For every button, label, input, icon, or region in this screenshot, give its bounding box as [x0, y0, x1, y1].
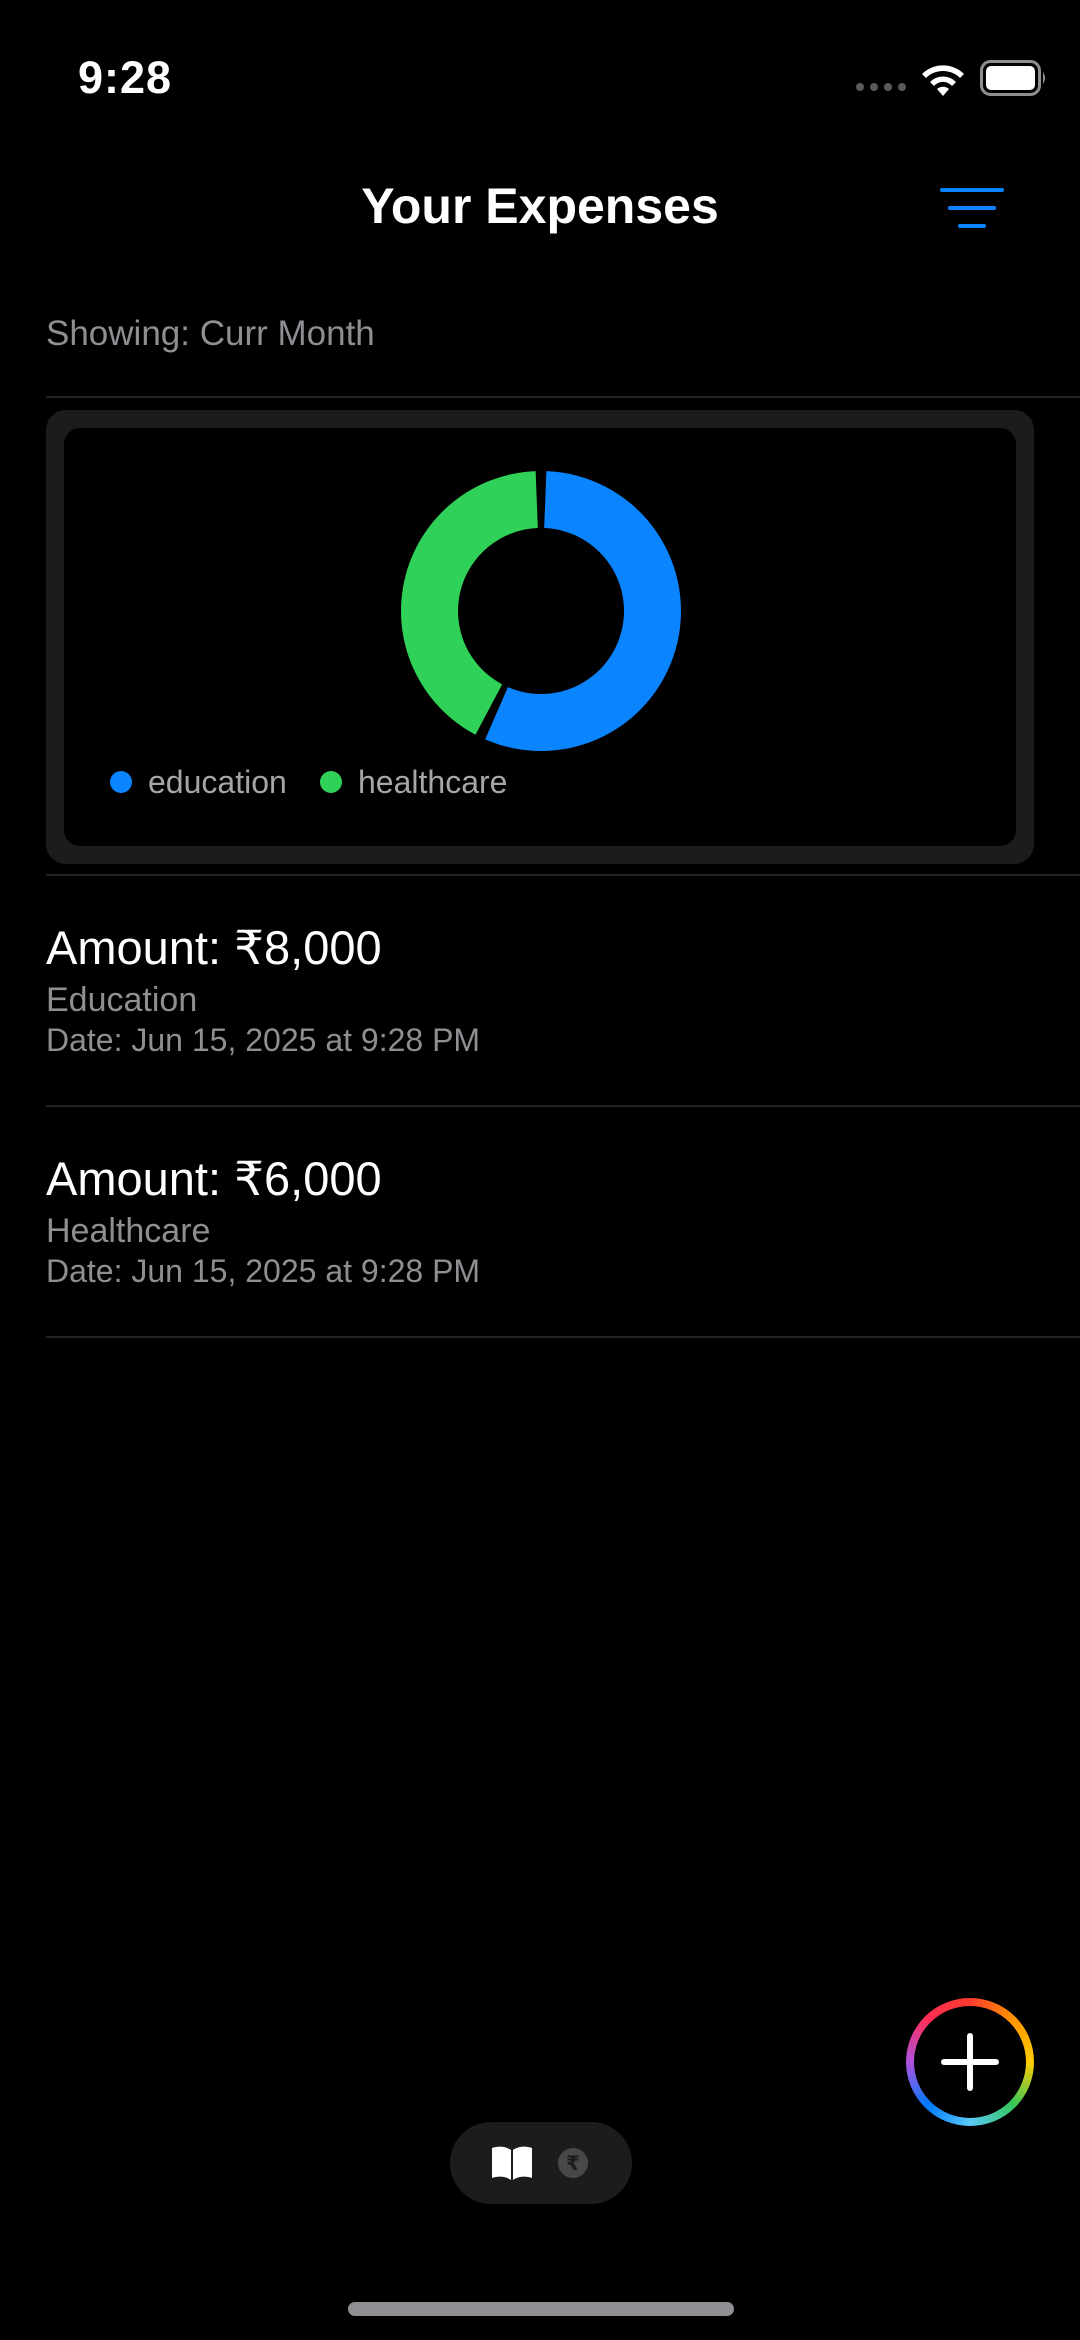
book-icon[interactable]: [490, 2144, 534, 2182]
legend-dot-healthcare: [320, 771, 342, 793]
expense-donut-chart: [401, 471, 681, 751]
divider: [46, 874, 1080, 876]
status-time: 9:28: [78, 52, 173, 103]
legend-dot-education: [110, 771, 132, 793]
expense-category: Education: [46, 981, 198, 1019]
expense-date: Date: Jun 15, 2025 at 9:28 PM: [46, 1253, 481, 1289]
expense-category: Healthcare: [46, 1212, 211, 1250]
divider: [46, 1336, 1080, 1338]
divider: [46, 396, 1080, 398]
legend-label-education: education: [148, 763, 287, 800]
showing-label: Showing: Curr Month: [46, 314, 375, 353]
expense-amount: Amount: ₹8,000: [46, 921, 382, 974]
add-expense-button[interactable]: [906, 1998, 1034, 2126]
expense-amount: Amount: ₹6,000: [46, 1152, 382, 1205]
legend-item-education: education: [110, 760, 287, 804]
cellular-signal-icon: [856, 83, 906, 91]
expense-row[interactable]: Amount: ₹8,000 Education Date: Jun 15, 2…: [46, 920, 1080, 1060]
legend-label-healthcare: healthcare: [358, 763, 508, 800]
expense-date: Date: Jun 15, 2025 at 9:28 PM: [46, 1022, 481, 1058]
add-expense-button-inner: [914, 2006, 1026, 2118]
home-indicator: [348, 2302, 734, 2316]
filter-lines-icon[interactable]: [938, 184, 1006, 232]
expense-row[interactable]: Amount: ₹6,000 Healthcare Date: Jun 15, …: [46, 1151, 1080, 1291]
tab-switcher: [450, 2122, 632, 2204]
plus-icon: [941, 2033, 999, 2091]
divider: [46, 1105, 1080, 1107]
page-title: Your Expenses: [361, 178, 719, 234]
wifi-icon: [922, 65, 964, 96]
battery-icon: [980, 60, 1045, 96]
legend-item-healthcare: healthcare: [320, 760, 507, 804]
rupee-icon[interactable]: ₹: [558, 2148, 588, 2178]
